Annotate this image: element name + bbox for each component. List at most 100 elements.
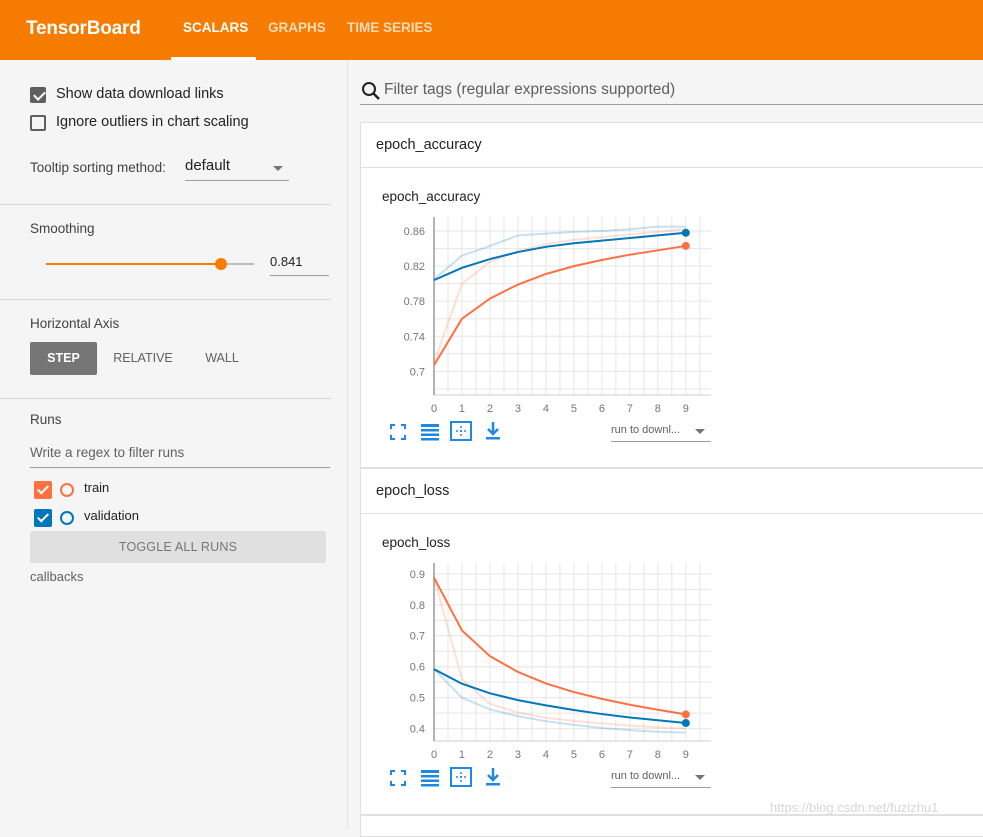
horizontal-axis-label: Horizontal Axis xyxy=(30,316,120,331)
x-tick-label: 8 xyxy=(655,749,661,761)
x-tick-label: 0 xyxy=(431,749,437,761)
runs-filter-input[interactable]: Write a regex to filter runs xyxy=(30,443,330,468)
smoothing-value: 0.841 xyxy=(270,254,303,269)
smoothing-section: Smoothing 0.841 xyxy=(0,204,331,299)
x-tick-label: 0 xyxy=(431,403,437,415)
run-validation-color-icon xyxy=(60,511,74,525)
group-next xyxy=(360,815,983,837)
x-tick-label: 7 xyxy=(627,403,633,415)
tooltip-sorting-label: Tooltip sorting method: xyxy=(30,160,166,175)
run-train-checkbox[interactable] xyxy=(34,481,52,499)
chevron-down-icon xyxy=(695,775,705,780)
download-run-select[interactable]: run to downl... xyxy=(611,421,711,442)
run-validation-checkbox[interactable] xyxy=(34,509,52,527)
fit-domain-icon[interactable] xyxy=(450,767,472,787)
app-brand: TensorBoard xyxy=(26,18,141,39)
ignore-outliers-checkbox[interactable] xyxy=(30,115,46,131)
group-epoch-loss: epoch_loss epoch_loss 0.9 0.8 0.7 0.6 0.5 0.4… xyxy=(360,468,983,815)
y-tick-label: 0.7 xyxy=(410,631,425,643)
sidebar: Show data download links Ignore outliers… xyxy=(0,60,348,829)
y-tick-label: 0.4 xyxy=(410,724,425,736)
x-tick-label: 2 xyxy=(487,749,493,761)
series-train-end-point xyxy=(681,710,690,719)
show-download-links-checkbox[interactable] xyxy=(30,87,46,103)
runs-label: Runs xyxy=(30,412,62,427)
download-icon[interactable] xyxy=(485,767,501,787)
group-title: epoch_loss xyxy=(376,483,450,499)
loss-chart[interactable]: 0.9 0.8 0.7 0.6 0.5 0.4 0 1 2 3 4 5 6 7 8 9 xyxy=(361,549,721,769)
x-tick-label: 2 xyxy=(487,403,493,415)
run-train-color-icon xyxy=(60,483,74,497)
chart-card-title: epoch_accuracy xyxy=(382,189,481,204)
y-tick-label: 0.78 xyxy=(404,296,425,308)
show-download-links-label: Show data download links xyxy=(56,86,224,102)
smoothing-slider-fill xyxy=(46,263,220,265)
fit-domain-icon[interactable] xyxy=(450,421,472,441)
tab-time-series[interactable]: TIME SERIES xyxy=(347,20,433,35)
y-tick-label: 0.7 xyxy=(410,366,425,378)
series-validation-end-point xyxy=(681,228,690,237)
accuracy-chart[interactable]: 0.86 0.82 0.78 0.74 0.7 0 1 2 3 4 5 6 7 8 9 xyxy=(361,203,721,423)
x-tick-label: 7 xyxy=(627,749,633,761)
chevron-down-icon xyxy=(273,166,283,171)
toggle-log-scale-icon[interactable] xyxy=(420,423,440,441)
x-tick-label: 5 xyxy=(571,749,577,761)
fullscreen-icon[interactable] xyxy=(390,770,406,786)
x-tick-label: 9 xyxy=(683,403,689,415)
group-header[interactable]: epoch_accuracy xyxy=(361,123,983,168)
axis-step-option[interactable]: STEP xyxy=(30,342,97,375)
tag-filter-placeholder: Filter tags (regular expressions support… xyxy=(384,81,676,98)
x-tick-label: 9 xyxy=(683,749,689,761)
group-epoch-accuracy: epoch_accuracy epoch_accuracy 0.86 0.82 0.… xyxy=(360,122,983,468)
download-run-select[interactable]: run to downl... xyxy=(611,767,711,788)
series-train-end-point xyxy=(681,241,690,250)
y-tick-label: 0.8 xyxy=(410,600,425,612)
download-icon[interactable] xyxy=(485,421,501,441)
horizontal-axis-selector: STEP RELATIVE WALL xyxy=(30,342,260,375)
y-tick-label: 0.6 xyxy=(410,662,425,674)
x-tick-label: 5 xyxy=(571,403,577,415)
toggle-all-runs-button[interactable]: TOGGLE ALL RUNS xyxy=(30,531,326,563)
run-validation-label: validation xyxy=(84,508,139,523)
group-title: epoch_accuracy xyxy=(376,137,482,153)
smoothing-slider-thumb[interactable] xyxy=(215,258,227,270)
y-tick-label: 0.9 xyxy=(410,569,425,581)
tab-scalars[interactable]: SCALARS xyxy=(183,20,248,35)
tooltip-sorting-select[interactable]: default xyxy=(185,156,289,181)
horizontal-axis-section: Horizontal Axis STEP RELATIVE WALL xyxy=(0,299,331,398)
ignore-outliers-label: Ignore outliers in chart scaling xyxy=(56,114,249,130)
toggle-log-scale-icon[interactable] xyxy=(420,769,440,787)
axis-relative-option[interactable]: RELATIVE xyxy=(104,342,182,375)
chevron-down-icon xyxy=(695,429,705,434)
smoothing-label: Smoothing xyxy=(30,221,95,236)
download-run-value: run to downl... xyxy=(611,770,681,782)
tooltip-sorting-value: default xyxy=(185,157,231,174)
y-tick-label: 0.82 xyxy=(404,261,425,273)
x-tick-label: 6 xyxy=(599,749,605,761)
x-tick-label: 3 xyxy=(515,403,521,415)
y-tick-label: 0.74 xyxy=(404,331,425,343)
x-tick-label: 3 xyxy=(515,749,521,761)
series-validation-end-point xyxy=(681,719,690,728)
tab-graphs[interactable]: GRAPHS xyxy=(268,20,326,35)
watermark-text: https://blog.csdn.net/fuzizhu1 xyxy=(770,800,939,815)
group-header[interactable]: epoch_loss xyxy=(361,469,983,514)
download-run-value: run to downl... xyxy=(611,424,681,436)
tag-filter-input[interactable]: Filter tags (regular expressions support… xyxy=(360,77,983,105)
top-app-bar: TensorBoard SCALARS GRAPHS TIME SERIES xyxy=(0,0,983,60)
x-tick-label: 4 xyxy=(543,749,549,761)
run-train-label: train xyxy=(84,480,110,495)
y-tick-label: 0.86 xyxy=(404,226,425,238)
search-icon xyxy=(362,82,380,100)
x-tick-label: 1 xyxy=(459,749,465,761)
chart-card-title: epoch_loss xyxy=(382,535,451,550)
x-tick-label: 6 xyxy=(599,403,605,415)
smoothing-input[interactable]: 0.841 xyxy=(270,253,329,276)
fullscreen-icon[interactable] xyxy=(390,424,406,440)
y-tick-label: 0.5 xyxy=(410,693,425,705)
runs-filter-placeholder: Write a regex to filter runs xyxy=(30,445,185,460)
axis-wall-option[interactable]: WALL xyxy=(192,342,252,375)
x-tick-label: 1 xyxy=(459,403,465,415)
x-tick-label: 8 xyxy=(655,403,661,415)
runs-footer-label: callbacks xyxy=(30,569,84,584)
